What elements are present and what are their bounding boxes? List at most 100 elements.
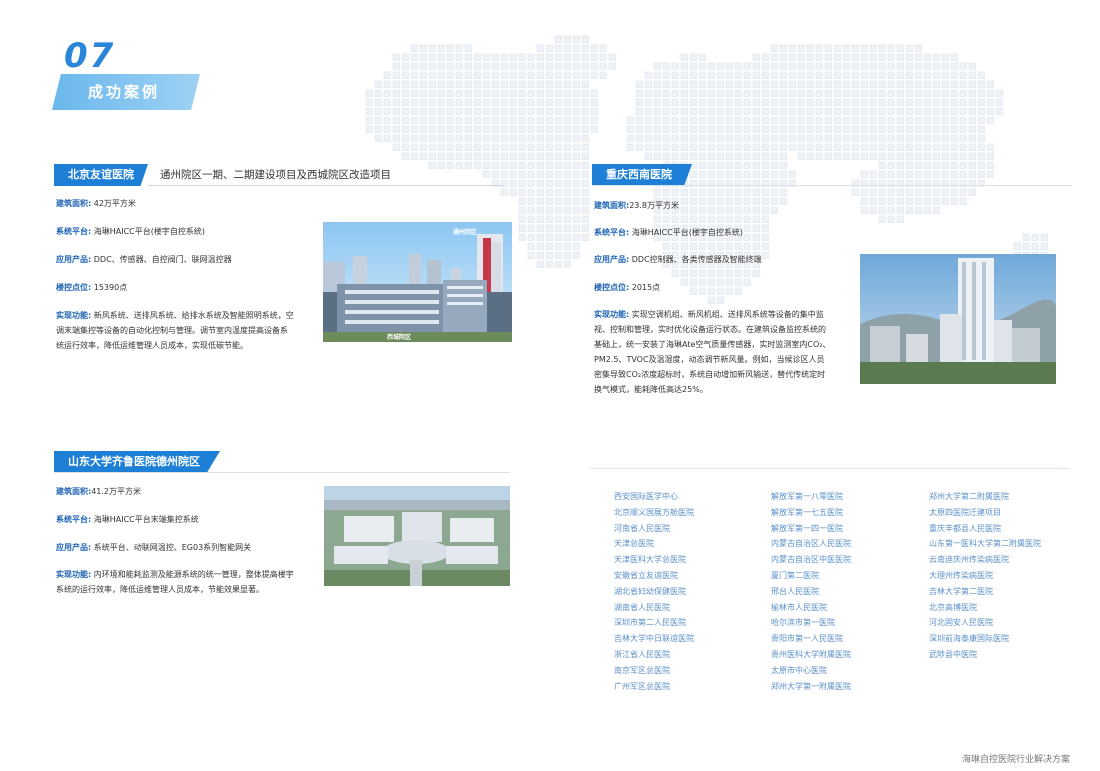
case-field-function: 实现功能: 实现空调机组、新风机组、送排风系统等设备的集中监视、控制和管理，实时… [594,307,832,397]
field-value: 2015点 [631,283,661,292]
divider [592,185,1072,186]
field-key: 系统平台: [56,515,92,524]
case-tag: 北京友谊医院 [54,164,148,186]
case-field-area: 建筑面积:23.8万平方米 [594,198,679,213]
field-key: 建筑面积: [56,487,92,496]
photo-caption: 通州院区 [453,229,478,236]
field-value: 42万平方米 [93,199,136,208]
hospital-name: 南京军区总医院 [614,665,670,675]
field-value: 41.2万平方米 [91,487,142,496]
hospital-name: 广州军区总医院 [614,681,670,691]
case-field-platform: 系统平台: 海琳HAICC平台(楼宇自控系统) [56,224,205,239]
hospital-name: 河南省人民医院 [614,523,670,533]
field-key: 应用产品: [56,543,92,552]
field-key: 应用产品: [594,255,630,264]
hospital-name: 大理州传染病医院 [929,570,993,580]
field-value: 海琳HAICC平台(楼宇自控系统) [631,228,744,237]
hospital-list-divider [590,468,1070,469]
case-field-area: 建筑面积: 42万平方米 [56,196,136,211]
hospital-name: 云南迪庆州传染病医院 [929,555,1009,565]
case-field-platform: 系统平台: 海琳HAICC平台末端集控系统 [56,512,199,527]
field-key: 系统平台: [594,228,630,237]
hospital-name: 武陟县中医院 [929,649,977,659]
hospital-name: 浙江省人民医院 [614,649,670,659]
case-field-function: 实现功能: 内环境和能耗监测及能源系统的统一管理，整体提高楼宇系统的运行效率，降… [56,567,294,597]
photo-beijing-hospital: 通州院区 西城院区 [323,222,512,342]
hospital-name: 贵州医科大学附属医院 [771,649,851,659]
hospital-name: 安徽省立友谊医院 [614,570,678,580]
hospital-photo-illustration [860,254,1056,384]
case-field-products: 应用产品: 系统平台、动联网温控、EG03系列智能网关 [56,540,251,555]
field-value: DDC控制器、各类传感器及智能终端 [631,255,762,264]
hospital-name: 重庆丰都县人民医院 [929,523,1001,533]
photo-shandong-hospital [324,486,510,586]
field-value: 内环境和能耗监测及能源系统的统一管理，整体提高楼宇系统的运行效率，降低运维管理人… [56,570,294,594]
hospital-photo-illustration [324,486,510,586]
case-field-function: 实现功能: 新风系统、送排风系统、给排水系统及智能照明系统，空调末端集控等设备的… [56,308,294,353]
field-value: 海琳HAICC平台(楼宇自控系统) [93,227,206,236]
hospital-list-col-3: 郑州大学第二附属医院 太原四医院迁建项目 重庆丰都县人民医院山东第一医科大学第二附属… [929,489,1041,663]
footer-text: 海琳自控医院行业解决方案 [961,755,1070,765]
hospital-name: 贵阳市第一人民医院 [771,634,843,644]
case-field-points: 楼控点位: 15390点 [56,280,127,295]
case-header-beijing: 北京友谊医院 通州院区一期、二期建设项目及西城院区改造项目 [54,164,504,186]
case-field-products: 应用产品: DDC、传感器、自控阀门、联网温控器 [56,252,232,267]
hospital-name: 解放军第一四一医院 [771,523,843,533]
field-value: 实现空调机组、新风机组、送排风系统等设备的集中监视、控制和管理，实时优化设备运行… [594,310,831,394]
hospital-name: 内蒙古自治区中医医院 [771,555,851,565]
hospital-name: 湖北省妇幼保健医院 [614,586,686,596]
field-value: 23.8万平方米 [629,201,680,210]
hospital-list-col-2: 解放军第一八零医院 解放军第一七五医院 解放军第一四一医院 内蒙古自治区人民医院 内蒙古… [771,489,851,694]
case-header-chongqing: 重庆西南医院 [592,164,692,186]
hospital-name: 山东第一医科大学第二附属医院 [929,539,1041,549]
field-value: 系统平台、动联网温控、EG03系列智能网关 [93,543,252,552]
case-field-platform: 系统平台: 海琳HAICC平台(楼宇自控系统) [594,225,743,240]
hospital-name: 天津总医院 [614,539,654,549]
hospital-list-col-1: 西安国际医学中心北京顺义国展方舱医院 河南省人民医院 天津总医院天津医科大学总医院安… [614,489,694,694]
section-number: 07 [64,36,116,76]
field-value: 新风系统、送排风系统、给排水系统及智能照明系统，空调末端集控等设备的自动化控制与… [56,311,294,350]
hospital-name: 解放军第一八零医院 [771,492,843,501]
field-key: 系统平台: [56,227,92,236]
hospital-name: 解放军第一七五医院 [771,507,843,517]
hospital-name: 深圳市第二人民医院 [614,618,686,628]
hospital-name: 吉林大学第二医院 [929,586,993,596]
hospital-name: 天津医科大学总医院 [614,555,686,565]
section-title: 成功案例 [52,74,200,110]
case-tag: 重庆西南医院 [592,164,692,186]
photo-chongqing-hospital [860,254,1056,384]
hospital-name: 榆林市人民医院 [771,602,827,612]
case-field-products: 应用产品: DDC控制器、各类传感器及智能终端 [594,252,762,267]
divider [54,472,510,473]
hospital-name: 太原四医院迁建项目 [929,507,1001,517]
hospital-name: 太原市中心医院 [771,665,827,675]
hospital-name: 邢台人民医院 [771,586,819,596]
field-key: 实现功能: [56,570,92,579]
hospital-name: 哈尔滨市第一医院 [771,618,835,628]
photo-caption: 西城院区 [387,334,412,341]
case-field-area: 建筑面积:41.2万平方米 [56,484,141,499]
field-value: DDC、传感器、自控阀门、联网温控器 [93,255,232,264]
hospital-name: 深圳前海泰康国际医院 [929,634,1009,644]
hospital-name: 湖南省人民医院 [614,602,670,612]
hospital-name: 北京顺义国展方舱医院 [614,507,694,517]
hospital-name: 西安国际医学中心 [614,492,678,501]
field-key: 应用产品: [56,255,92,264]
field-key: 实现功能: [594,310,630,319]
field-key: 楼控点位: [594,283,630,292]
case-header-shandong: 山东大学齐鲁医院德州院区 [54,451,220,473]
field-key: 建筑面积: [56,199,92,208]
field-key: 楼控点位: [56,283,92,292]
hospital-name: 厦门第二医院 [771,570,819,580]
field-key: 实现功能: [56,311,92,320]
field-value: 海琳HAICC平台末端集控系统 [93,515,199,524]
hospital-name: 郑州大学第一附属医院 [771,681,851,691]
hospital-name: 河北固安人民医院 [929,618,993,628]
hospital-name: 郑州大学第二附属医院 [929,492,1009,501]
field-key: 建筑面积: [594,201,630,210]
field-value: 15390点 [93,283,128,292]
hospital-name: 北京高博医院 [929,602,977,612]
case-subtitle: 通州院区一期、二期建设项目及西城院区改造项目 [148,164,504,186]
hospital-name: 吉林大学中日联谊医院 [614,634,694,644]
hospital-name: 内蒙古自治区人民医院 [771,539,851,549]
